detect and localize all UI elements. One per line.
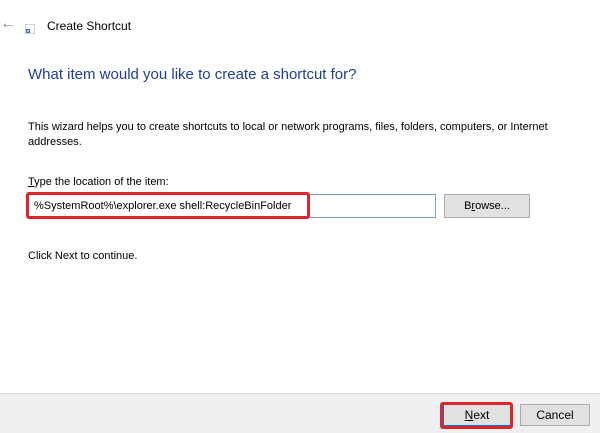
browse-label-suffix: owse... [475, 200, 510, 212]
location-label-text: ype the location of the item: [34, 176, 169, 188]
location-label: Type the location of the item: [28, 176, 169, 188]
back-arrow-icon[interactable]: ← [0, 16, 16, 32]
window-title: Create Shortcut [47, 19, 132, 33]
next-label-rest: ext [473, 408, 490, 422]
footer-bar: Next Cancel [0, 393, 600, 433]
continue-instruction: Click Next to continue. [28, 250, 138, 262]
browse-button[interactable]: Browse... [444, 194, 530, 218]
wizard-description: This wizard helps you to create shortcut… [28, 121, 548, 148]
shortcut-icon [25, 24, 35, 34]
title-bar: ← Create Shortcut [0, 0, 600, 52]
next-button[interactable]: Next [443, 404, 511, 426]
wizard-heading: What item would you like to create a sho… [28, 66, 357, 83]
cancel-button[interactable]: Cancel [520, 404, 590, 426]
location-input[interactable] [28, 194, 436, 218]
